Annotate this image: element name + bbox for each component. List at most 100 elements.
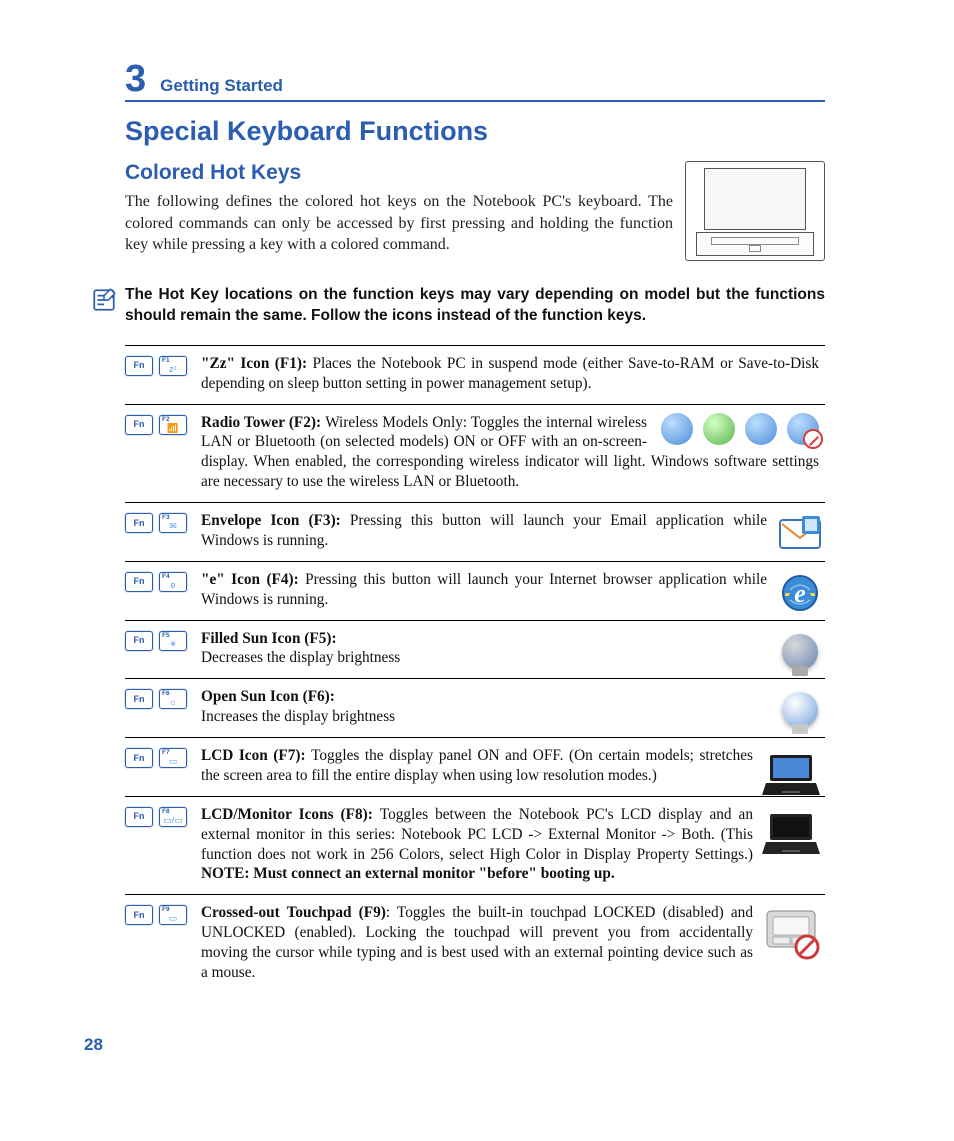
entry-text: LCD/Monitor Icons (F8): Toggles between … [201, 805, 825, 885]
fn-key: Fn [125, 807, 153, 827]
function-key: F9▭ [159, 905, 187, 925]
entry-text: "Zz" Icon (F1): Places the Notebook PC i… [201, 354, 825, 394]
key-combo: Fn F6☼ [125, 687, 201, 709]
fkey-label: F1 [162, 358, 170, 365]
chapter-number: 3 [125, 60, 146, 98]
fkey-glyph: ✉ [169, 522, 177, 531]
bluetooth-icon [745, 413, 777, 445]
subheading: Colored Hot Keys [125, 161, 685, 185]
fkey-label: F3 [162, 515, 170, 522]
touchpad-disable-icon [759, 903, 823, 963]
fkey-glyph: e [170, 581, 175, 590]
hotkey-entry: Fn F3✉ Envelope Icon (F3): Pressing this b… [125, 503, 825, 562]
hotkey-entry: Fn F6☼ Open Sun Icon (F6):Increases the di… [125, 679, 825, 738]
entry-text: Crossed-out Touchpad (F9): Toggles the b… [201, 903, 825, 983]
key-combo: Fn F7▭ [125, 746, 201, 768]
entry-text: Envelope Icon (F3): Pressing this button… [201, 511, 825, 551]
key-combo: FnF5☀ [125, 629, 201, 651]
fn-key-label: Fn [134, 812, 145, 821]
fkey-label: F4 [162, 574, 170, 581]
function-key: F4e [159, 572, 187, 592]
entry-title: LCD/Monitor Icons (F8): [201, 806, 380, 823]
entry-postbold: NOTE: Must connect an external monitor "… [201, 865, 615, 882]
fn-key-label: Fn [134, 361, 145, 370]
hotkey-entry: Fn F2📶 Radio Tower (F2): Wireless Models O… [125, 405, 825, 504]
radio-status-icons [655, 413, 819, 445]
intro-column: Colored Hot Keys The following defines t… [125, 161, 685, 256]
function-key: F7▭ [159, 748, 187, 768]
fkey-glyph: 📶 [167, 424, 178, 433]
fkey-label: F6 [162, 691, 170, 698]
wireless-on-icon [703, 413, 735, 445]
hotkey-entry: FnF5☀Filled Sun Icon (F5):Decreases the … [125, 621, 825, 680]
mail-app-icon [777, 511, 823, 557]
fkey-glyph: zᶻ [169, 365, 177, 374]
chapter-bar: 3 Getting Started [125, 60, 825, 102]
fkey-glyph: ▭/▭ [163, 816, 183, 825]
fn-key: Fn [125, 513, 153, 533]
wireless-off-icon [787, 413, 819, 445]
note-box: The Hot Key locations on the function ke… [91, 285, 825, 327]
laptop-illustration [685, 161, 825, 261]
note-icon [91, 287, 117, 313]
fn-key: Fn [125, 748, 153, 768]
intro-text: The following defines the colored hot ke… [125, 191, 673, 256]
chapter-title: Getting Started [160, 76, 283, 96]
page-heading: Special Keyboard Functions [125, 116, 825, 147]
function-key: F3✉ [159, 513, 187, 533]
hotkey-entry: FnF4e"e" Icon (F4): Pressing this button… [125, 562, 825, 621]
fkey-glyph: ☼ [169, 698, 177, 707]
fkey-glyph: ▭ [169, 757, 178, 766]
entry-title: LCD Icon (F7): [201, 747, 311, 764]
entry-title: Filled Sun Icon (F5): [201, 630, 337, 647]
browser-app-icon: e [777, 570, 823, 616]
function-key: F2📶 [159, 415, 187, 435]
key-combo: Fn F9▭ [125, 903, 201, 925]
key-combo: Fn F1zᶻ [125, 354, 201, 376]
function-key: F8▭/▭ [159, 807, 187, 827]
fn-key: Fn [125, 356, 153, 376]
fkey-label: F9 [162, 907, 170, 914]
function-key: F1zᶻ [159, 356, 187, 376]
fn-key-label: Fn [134, 754, 145, 763]
entry-desc: Decreases the display brightness [201, 649, 400, 666]
fn-key: Fn [125, 631, 153, 651]
fn-key-label: Fn [134, 636, 145, 645]
entry-text: Filled Sun Icon (F5): Decreases the displ… [201, 629, 825, 669]
brightness-down-icon [777, 629, 823, 675]
fkey-label: F7 [162, 750, 170, 757]
entry-title: Crossed-out Touchpad (F9) [201, 904, 386, 921]
laptop-icon [759, 805, 823, 865]
entry-text: LCD Icon (F7): Toggles the display panel… [201, 746, 825, 786]
brightness-up-icon [777, 687, 823, 733]
note-text: The Hot Key locations on the function ke… [125, 285, 825, 327]
entry-title: "e" Icon (F4): [201, 571, 305, 588]
entry-title: "Zz" Icon (F1): [201, 355, 313, 372]
page-content: 3 Getting Started Special Keyboard Funct… [125, 60, 825, 993]
hotkey-entry: Fn F1zᶻ "Zz" Icon (F1): Places the Noteboo… [125, 346, 825, 405]
intro-row: Colored Hot Keys The following defines t… [125, 161, 825, 261]
fn-key: Fn [125, 572, 153, 592]
fkey-label: F5 [162, 633, 170, 640]
fn-key: Fn [125, 689, 153, 709]
fkey-label: F2 [162, 417, 170, 424]
page-number: 28 [84, 1035, 103, 1055]
entry-text: Radio Tower (F2): Wireless Models Only: … [201, 413, 825, 493]
fkey-label: F8 [162, 809, 170, 816]
hotkey-entry: Fn F9▭ Crossed-out Touchpad (F9): Toggles … [125, 895, 825, 993]
svg-text:e: e [794, 579, 806, 608]
key-combo: Fn F3✉ [125, 511, 201, 533]
fn-key-label: Fn [134, 420, 145, 429]
fn-key-label: Fn [134, 519, 145, 528]
key-combo: Fn F2📶 [125, 413, 201, 435]
fn-key: Fn [125, 905, 153, 925]
fn-key-label: Fn [134, 911, 145, 920]
entry-desc: Increases the display brightness [201, 708, 395, 725]
hotkey-entry: Fn F7▭ LCD Icon (F7): Toggles the display … [125, 738, 825, 797]
hotkey-entry: Fn F8▭/▭ LCD/Monitor Icons (F8): Toggles b… [125, 797, 825, 896]
key-combo: Fn F4e [125, 570, 201, 592]
function-key: F6☼ [159, 689, 187, 709]
entry-title: Radio Tower (F2): [201, 414, 325, 431]
fn-key: Fn [125, 415, 153, 435]
entry-text: Open Sun Icon (F6):Increases the display… [201, 687, 825, 727]
